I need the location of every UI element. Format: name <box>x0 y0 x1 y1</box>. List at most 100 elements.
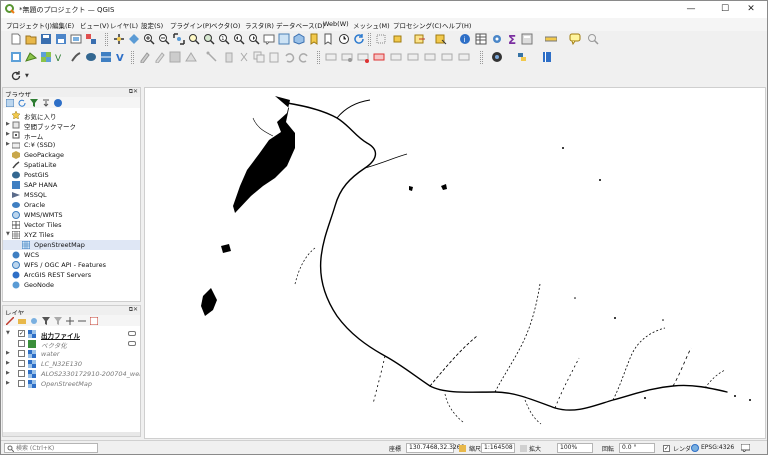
menu-processing[interactable]: プロセシング(C) <box>393 20 442 30</box>
search-input[interactable] <box>16 444 96 452</box>
vertex-tool-icon[interactable] <box>206 51 218 63</box>
expand-arrow-icon[interactable]: ▶ <box>6 380 10 386</box>
layer-visibility-checkbox[interactable]: ✓ <box>18 330 25 337</box>
add-delimited-text-icon[interactable]: V <box>55 51 67 63</box>
layer-visibility-checkbox[interactable] <box>18 340 25 347</box>
menu-plugins[interactable]: プラグイン(P) <box>170 20 212 30</box>
move-label-icon[interactable] <box>390 51 402 63</box>
temporal-controller-icon[interactable] <box>338 33 350 45</box>
add-vector-layer-icon[interactable] <box>25 51 37 63</box>
layer-row-alos[interactable]: ▶ ALOS2330172910-200704_webcc <box>3 369 140 379</box>
browser-item-geopackage[interactable]: GeoPackage <box>3 150 140 160</box>
browser-item-drive[interactable]: ▶ C:¥ (SSD) <box>3 140 140 150</box>
layer-visibility-checkbox[interactable] <box>18 370 25 377</box>
add-group-icon[interactable] <box>18 317 26 325</box>
layer-visibility-checkbox[interactable] <box>18 380 25 387</box>
browser-item-arcgis[interactable]: ArcGIS REST Servers <box>3 270 140 280</box>
pin-labels-icon[interactable] <box>341 51 353 63</box>
browser-item-geonode[interactable]: GeoNode <box>3 280 140 290</box>
remove-layer-icon[interactable] <box>90 317 98 325</box>
search-tool-icon[interactable] <box>587 33 599 45</box>
zoom-last-icon[interactable] <box>233 33 245 45</box>
toolbar-grip[interactable] <box>368 33 371 46</box>
expand-arrow-icon[interactable]: ▶ <box>6 350 10 356</box>
crs-button[interactable]: EPSG:4326 <box>701 444 734 451</box>
panel-float-close-icon[interactable]: ⧉✕ <box>129 306 138 314</box>
menu-layer[interactable]: レイヤ(L) <box>110 20 138 30</box>
browser-item-postgis[interactable]: PostGIS <box>3 170 140 180</box>
plugin-car-icon[interactable] <box>491 51 503 63</box>
info-icon[interactable] <box>54 99 62 107</box>
menu-web[interactable]: Web(W) <box>323 20 349 28</box>
add-raster-layer-icon[interactable] <box>40 51 52 63</box>
refresh-icon[interactable] <box>353 33 365 45</box>
show-hide-labels-icon[interactable] <box>373 51 385 63</box>
copy-features-icon[interactable] <box>253 51 265 63</box>
browser-item-wms[interactable]: WMS/WMTS <box>3 210 140 220</box>
scale-lock-icon[interactable] <box>459 445 466 452</box>
browser-item-oracle[interactable]: Oracle <box>3 200 140 210</box>
layer-row-openstreetmap[interactable]: ▶ OpenStreetMap <box>3 379 140 389</box>
identify-icon[interactable]: i <box>459 33 471 45</box>
map-canvas[interactable] <box>144 87 766 439</box>
toolbar-grip[interactable] <box>105 33 108 46</box>
menu-help[interactable]: ヘルプ(H) <box>442 20 471 30</box>
locator-search-box[interactable] <box>4 443 98 453</box>
identify-features-icon[interactable] <box>375 33 387 45</box>
coordinate-field[interactable]: 130.7468,32.3266 <box>406 443 464 453</box>
save-edits-icon[interactable] <box>169 51 181 63</box>
expand-arrow-icon[interactable]: ▶ <box>6 141 10 147</box>
browser-item-home[interactable]: ▶ ホーム <box>3 130 140 141</box>
browser-item-spatialite[interactable]: SpatiaLite <box>3 160 140 170</box>
collapse-arrow-icon[interactable]: ▼ <box>6 330 10 336</box>
undo-icon[interactable] <box>283 51 295 63</box>
browser-item-openstreetmap[interactable]: OpenStreetMap <box>3 240 140 250</box>
menu-project[interactable]: プロジェクト(J) <box>6 20 52 30</box>
data-source-manager-icon[interactable] <box>10 51 22 63</box>
measure-line-icon[interactable] <box>545 33 557 45</box>
toolbox-icon[interactable] <box>491 33 503 45</box>
expand-arrow-icon[interactable]: ▶ <box>6 360 10 366</box>
panel-float-close-icon[interactable]: ⧉✕ <box>129 88 138 96</box>
menu-mesh[interactable]: メッシュ(M) <box>353 20 390 30</box>
expand-arrow-icon[interactable]: ▶ <box>6 370 10 376</box>
field-calculator-icon[interactable] <box>521 33 533 45</box>
expand-arrow-icon[interactable]: ▶ <box>6 121 10 127</box>
collapse-arrow-icon[interactable]: ▼ <box>6 231 10 237</box>
close-button[interactable]: ✕ <box>734 1 767 18</box>
add-virtual-layer-icon[interactable]: V <box>115 51 127 63</box>
layer-row-lc[interactable]: ▶ LC_N32E130 <box>3 359 140 369</box>
menu-view[interactable]: ビュー(V) <box>80 20 109 30</box>
save-as-icon[interactable] <box>55 33 67 45</box>
cut-features-icon[interactable] <box>238 51 250 63</box>
label-properties-icon[interactable] <box>441 51 453 63</box>
open-project-icon[interactable] <box>25 33 37 45</box>
rotation-field[interactable]: 0.0 ° <box>619 443 655 453</box>
toggle-editing-icon[interactable] <box>139 51 151 63</box>
pan-to-selection-icon[interactable] <box>128 33 140 45</box>
attribute-table-icon[interactable] <box>475 33 487 45</box>
zoom-native-icon[interactable]: 1 <box>218 33 230 45</box>
menu-raster[interactable]: ラスタ(R) <box>245 20 274 30</box>
zoom-full-icon[interactable] <box>173 33 185 45</box>
annotation-tip-icon[interactable] <box>569 33 581 45</box>
browser-item-mssql[interactable]: MSSQL <box>3 190 140 200</box>
open-layer-styling-icon[interactable] <box>6 317 14 325</box>
expand-arrow-icon[interactable]: ▶ <box>6 131 10 137</box>
refresh-processing-icon[interactable] <box>10 70 22 82</box>
browser-item-xyz-tiles[interactable]: ▼ XYZ Tiles <box>3 230 140 240</box>
bookmark-new-icon[interactable] <box>308 33 320 45</box>
python-console-icon[interactable] <box>516 51 528 63</box>
layer-row-vectorize[interactable]: ベクタ化 <box>3 339 140 350</box>
layer-visibility-checkbox[interactable] <box>18 350 25 357</box>
menu-settings[interactable]: 設定(S) <box>141 20 163 30</box>
delete-selected-icon[interactable] <box>223 51 235 63</box>
diagram-icon[interactable] <box>458 51 470 63</box>
plugin-book-icon[interactable] <box>541 51 553 63</box>
collapse-all-icon[interactable] <box>42 99 50 107</box>
zoom-next-icon[interactable] <box>248 33 260 45</box>
magnifier-field[interactable]: 100% <box>557 443 593 453</box>
zoom-to-selection-icon[interactable] <box>188 33 200 45</box>
layer-visibility-checkbox[interactable] <box>18 360 25 367</box>
manage-map-themes-icon[interactable] <box>30 317 38 325</box>
